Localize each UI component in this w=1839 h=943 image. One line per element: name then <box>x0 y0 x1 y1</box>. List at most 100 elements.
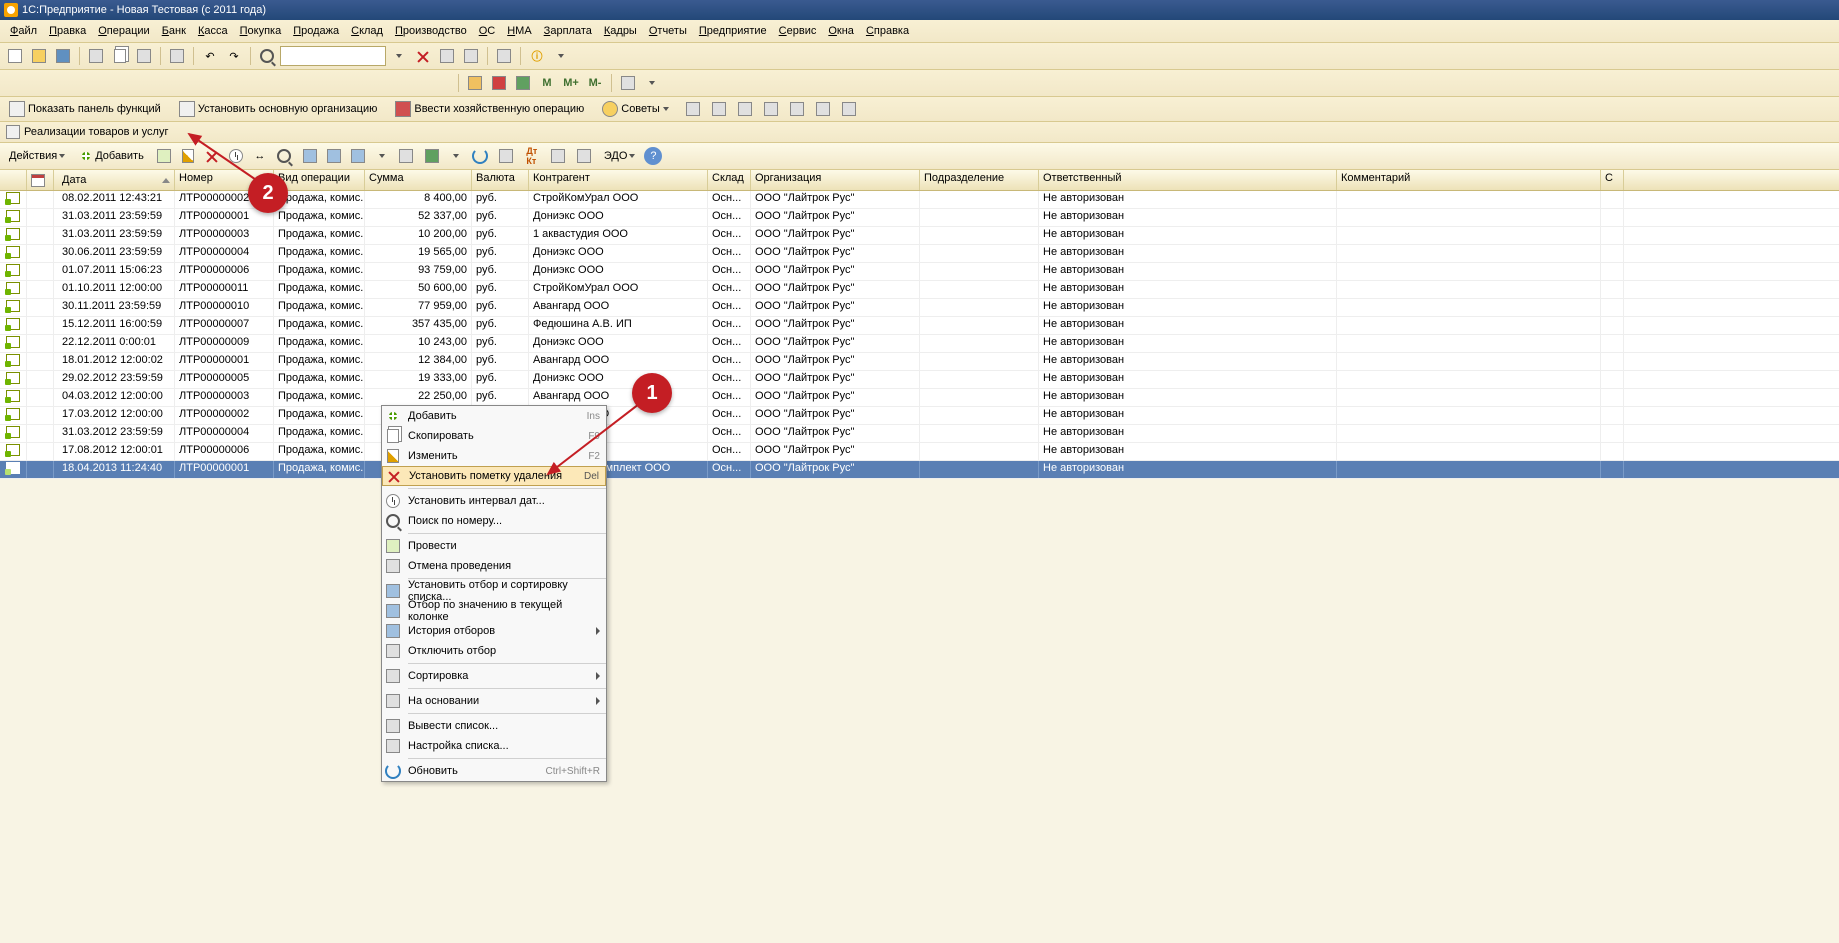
report-icon-3[interactable] <box>734 98 756 120</box>
calc-icon-2[interactable] <box>488 72 510 94</box>
calc-mminus-button[interactable]: М- <box>584 72 606 94</box>
cm-output-list[interactable]: Вывести список... <box>382 716 606 736</box>
save-icon[interactable] <box>52 45 74 67</box>
search-next-icon[interactable] <box>460 45 482 67</box>
report-icon-7[interactable] <box>838 98 860 120</box>
table-row[interactable]: 30.06.2011 23:59:59ЛТР00000004Продажа, к… <box>0 245 1839 263</box>
col-comment[interactable]: Комментарий <box>1337 170 1601 190</box>
tb-move-icon[interactable]: ↔ <box>249 145 271 167</box>
menu-склад[interactable]: Склад <box>345 23 389 39</box>
cm-add[interactable]: ДобавитьIns <box>382 406 606 426</box>
help-dropdown-icon[interactable] <box>550 45 572 67</box>
col-counterparty[interactable]: Контрагент <box>529 170 708 190</box>
table-row[interactable]: 17.08.2012 12:00:01ЛТР00000006Продажа, к… <box>0 443 1839 461</box>
tb-print-icon[interactable] <box>495 145 517 167</box>
search-input[interactable] <box>280 46 386 66</box>
table-row[interactable]: 31.03.2011 23:59:59ЛТР00000001Продажа, к… <box>0 209 1839 227</box>
search-dropdown-icon[interactable] <box>388 45 410 67</box>
find-icon[interactable] <box>256 45 278 67</box>
tb-edit-icon[interactable] <box>177 145 199 167</box>
col-department[interactable]: Подразделение <box>920 170 1039 190</box>
cm-list-settings[interactable]: Настройка списка... <box>382 736 606 756</box>
new-icon[interactable] <box>4 45 26 67</box>
table-row[interactable]: 04.03.2012 12:00:00ЛТР00000003Продажа, к… <box>0 389 1839 407</box>
cm-mark-delete[interactable]: Установить пометку удаленияDel <box>382 466 606 486</box>
menu-продажа[interactable]: Продажа <box>287 23 345 39</box>
col-date[interactable]: Дата <box>54 170 175 190</box>
report-icon-1[interactable] <box>682 98 704 120</box>
tb-filter3-dd-icon[interactable] <box>371 145 393 167</box>
menu-правка[interactable]: Правка <box>43 23 92 39</box>
cm-post[interactable]: Провести <box>382 536 606 556</box>
report-icon-2[interactable] <box>708 98 730 120</box>
cut-icon[interactable] <box>85 45 107 67</box>
window-icon[interactable] <box>493 45 515 67</box>
table-row[interactable]: 18.01.2012 12:00:02ЛТР00000001Продажа, к… <box>0 353 1839 371</box>
main-menu-bar[interactable]: ФайлПравкаОперацииБанкКассаПокупкаПродаж… <box>0 20 1839 43</box>
cm-disable-filter[interactable]: Отключить отбор <box>382 641 606 661</box>
cm-sort[interactable]: Сортировка <box>382 666 606 686</box>
table-row[interactable]: 15.12.2011 16:00:59ЛТР00000007Продажа, к… <box>0 317 1839 335</box>
add-button[interactable]: Добавить <box>74 147 149 165</box>
cm-on-basis[interactable]: На основании <box>382 691 606 711</box>
menu-кадры[interactable]: Кадры <box>598 23 643 39</box>
calc-mplus-button[interactable]: М+ <box>560 72 582 94</box>
menu-сервис[interactable]: Сервис <box>773 23 823 39</box>
print-icon[interactable] <box>166 45 188 67</box>
calc-icon-3[interactable] <box>512 72 534 94</box>
undo-icon[interactable]: ↶ <box>199 45 221 67</box>
calc-m-button[interactable]: М <box>536 72 558 94</box>
show-functions-panel-button[interactable]: Показать панель функций <box>4 99 166 119</box>
col-organization[interactable]: Организация <box>751 170 920 190</box>
tb-interval-icon[interactable] <box>225 145 247 167</box>
help-icon[interactable]: ⓘ <box>526 45 548 67</box>
tb-refresh-icon[interactable] <box>469 145 491 167</box>
open-icon[interactable] <box>28 45 50 67</box>
cm-unpost[interactable]: Отмена проведения <box>382 556 606 576</box>
tb-mark-delete-icon[interactable] <box>201 145 223 167</box>
tb-list-icon[interactable] <box>547 145 569 167</box>
menu-предприятие[interactable]: Предприятие <box>693 23 773 39</box>
table-row[interactable]: 30.11.2011 23:59:59ЛТР00000010Продажа, к… <box>0 299 1839 317</box>
tb-filter2-icon[interactable] <box>323 145 345 167</box>
clear-search-icon[interactable] <box>412 45 434 67</box>
redo-icon[interactable]: ↷ <box>223 45 245 67</box>
cm-copy[interactable]: СкопироватьF9 <box>382 426 606 446</box>
report-icon-6[interactable] <box>812 98 834 120</box>
table-row[interactable]: 18.04.2013 11:24:40ЛТР00000001Продажа, к… <box>0 461 1839 479</box>
menu-нма[interactable]: НМА <box>501 23 537 39</box>
calc-extra-icon[interactable] <box>617 72 639 94</box>
col-currency[interactable]: Валюта <box>472 170 529 190</box>
col-responsible[interactable]: Ответственный <box>1039 170 1337 190</box>
report-icon-5[interactable] <box>786 98 808 120</box>
col-optype[interactable]: Вид операции <box>274 170 365 190</box>
tb-structure-icon[interactable] <box>573 145 595 167</box>
menu-покупка[interactable]: Покупка <box>234 23 288 39</box>
menu-зарплата[interactable]: Зарплата <box>538 23 598 39</box>
menu-отчеты[interactable]: Отчеты <box>643 23 693 39</box>
tips-button[interactable]: Советы <box>597 99 673 119</box>
tb-filter-off-icon[interactable] <box>395 145 417 167</box>
menu-файл[interactable]: Файл <box>4 23 43 39</box>
col-status[interactable] <box>0 170 27 190</box>
set-main-org-button[interactable]: Установить основную организацию <box>174 99 383 119</box>
cm-set-interval[interactable]: Установить интервал дат... <box>382 491 606 511</box>
menu-банк[interactable]: Банк <box>156 23 192 39</box>
cm-find-by-number[interactable]: Поиск по номеру... <box>382 511 606 531</box>
menu-производство[interactable]: Производство <box>389 23 473 39</box>
report-icon-4[interactable] <box>760 98 782 120</box>
tb-findnum-icon[interactable] <box>273 145 295 167</box>
col-warehouse[interactable]: Склад <box>708 170 751 190</box>
tb-help-icon[interactable]: ? <box>644 147 662 165</box>
menu-окна[interactable]: Окна <box>822 23 860 39</box>
tb-filter3-icon[interactable] <box>347 145 369 167</box>
table-row[interactable]: 31.03.2012 23:59:59ЛТР00000004Продажа, к… <box>0 425 1839 443</box>
col-cal[interactable] <box>27 170 54 190</box>
menu-ос[interactable]: ОС <box>473 23 502 39</box>
col-sum[interactable]: Сумма <box>365 170 472 190</box>
calc-dropdown-icon[interactable] <box>641 72 663 94</box>
table-row[interactable]: 29.02.2012 23:59:59ЛТР00000005Продажа, к… <box>0 371 1839 389</box>
menu-касса[interactable]: Касса <box>192 23 234 39</box>
calc-icon-1[interactable] <box>464 72 486 94</box>
cm-refresh[interactable]: ОбновитьCtrl+Shift+R <box>382 761 606 781</box>
